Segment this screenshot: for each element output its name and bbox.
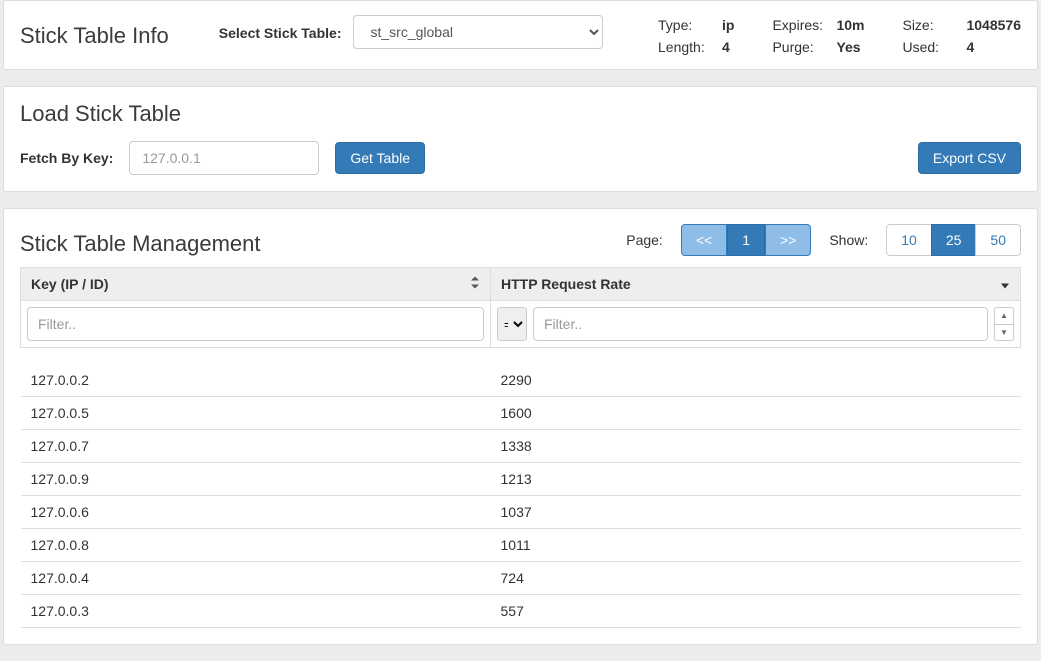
- export-csv-button[interactable]: Export CSV: [918, 142, 1021, 174]
- cell-rate: 1037: [491, 496, 1021, 529]
- stick-table-info-panel: Stick Table Info Select Stick Table: st_…: [3, 0, 1038, 70]
- load-stick-table-panel: Load Stick Table Fetch By Key: Get Table…: [3, 86, 1038, 192]
- fetch-by-key-label: Fetch By Key:: [20, 150, 113, 166]
- page-size-25[interactable]: 25: [931, 224, 977, 256]
- info-label: Purge:: [772, 39, 826, 55]
- cell-key: 127.0.0.4: [21, 562, 491, 595]
- info-value: Yes: [836, 39, 860, 55]
- filter-operator-select[interactable]: =: [497, 307, 527, 341]
- filter-rate-input[interactable]: [533, 307, 988, 341]
- pagination-group: << 1 >>: [681, 224, 812, 256]
- info-value: 4: [966, 39, 974, 55]
- page-size-group: 102550: [886, 224, 1021, 256]
- cell-key: 127.0.0.3: [21, 595, 491, 628]
- info-value: 10m: [836, 17, 864, 33]
- info-label: Size:: [902, 17, 956, 33]
- load-stick-table-title: Load Stick Table: [4, 87, 1037, 131]
- column-header-rate-label: HTTP Request Rate: [501, 276, 631, 292]
- info-label: Expires:: [772, 17, 826, 33]
- page-next-button[interactable]: >>: [765, 224, 811, 256]
- cell-rate: 557: [491, 595, 1021, 628]
- stick-table: Key (IP / ID) HTTP Request Rate: [20, 267, 1021, 628]
- page-size-10[interactable]: 10: [886, 224, 932, 256]
- info-value: 4: [722, 39, 730, 55]
- column-header-key[interactable]: Key (IP / ID): [21, 268, 491, 301]
- info-pair: Type: ip: [658, 17, 734, 33]
- info-value: ip: [722, 17, 734, 33]
- fetch-by-key-input[interactable]: [129, 141, 319, 175]
- chevron-down-icon[interactable]: ▼: [995, 325, 1013, 341]
- cell-key: 127.0.0.9: [21, 463, 491, 496]
- page-title: Stick Table Info: [20, 23, 169, 49]
- info-label: Length:: [658, 39, 712, 55]
- cell-rate: 1213: [491, 463, 1021, 496]
- cell-rate: 1011: [491, 529, 1021, 562]
- table-row[interactable]: 127.0.0.81011: [21, 529, 1021, 562]
- table-row[interactable]: 127.0.0.4724: [21, 562, 1021, 595]
- filter-key-input[interactable]: [27, 307, 484, 341]
- page-prev-button[interactable]: <<: [681, 224, 727, 256]
- cell-rate: 2290: [491, 364, 1021, 397]
- show-label: Show:: [829, 232, 868, 248]
- cell-rate: 1338: [491, 430, 1021, 463]
- cell-key: 127.0.0.8: [21, 529, 491, 562]
- info-label: Used:: [902, 39, 956, 55]
- cell-key: 127.0.0.6: [21, 496, 491, 529]
- info-label: Type:: [658, 17, 712, 33]
- table-row[interactable]: 127.0.0.3557: [21, 595, 1021, 628]
- info-pair: Length: 4: [658, 39, 734, 55]
- info-pair: Size: 1048576: [902, 17, 1021, 33]
- info-pair: Used: 4: [902, 39, 1021, 55]
- cell-rate: 724: [491, 562, 1021, 595]
- get-table-button[interactable]: Get Table: [335, 142, 425, 174]
- cell-rate: 1600: [491, 397, 1021, 430]
- column-header-key-label: Key (IP / ID): [31, 276, 109, 292]
- table-row[interactable]: 127.0.0.61037: [21, 496, 1021, 529]
- sort-icon: [470, 276, 480, 293]
- cell-key: 127.0.0.5: [21, 397, 491, 430]
- sort-desc-icon: [1000, 276, 1010, 293]
- stick-table-management-title: Stick Table Management: [20, 231, 261, 257]
- select-stick-table-dropdown[interactable]: st_src_global: [353, 15, 603, 49]
- page-number-button[interactable]: 1: [727, 224, 765, 256]
- table-row[interactable]: 127.0.0.51600: [21, 397, 1021, 430]
- table-row[interactable]: 127.0.0.22290: [21, 364, 1021, 397]
- page-label: Page:: [626, 232, 663, 248]
- table-row[interactable]: 127.0.0.91213: [21, 463, 1021, 496]
- cell-key: 127.0.0.7: [21, 430, 491, 463]
- stick-table-management-panel: Stick Table Management Page: << 1 >> Sho…: [3, 208, 1038, 645]
- chevron-up-icon[interactable]: ▲: [995, 308, 1013, 325]
- info-pair: Purge: Yes: [772, 39, 864, 55]
- cell-key: 127.0.0.2: [21, 364, 491, 397]
- page-size-50[interactable]: 50: [975, 224, 1021, 256]
- info-value: 1048576: [966, 17, 1021, 33]
- info-pair: Expires: 10m: [772, 17, 864, 33]
- filter-rate-stepper[interactable]: ▲ ▼: [994, 307, 1014, 341]
- column-header-rate[interactable]: HTTP Request Rate: [491, 268, 1021, 301]
- select-stick-table-label: Select Stick Table:: [219, 25, 342, 41]
- table-row[interactable]: 127.0.0.71338: [21, 430, 1021, 463]
